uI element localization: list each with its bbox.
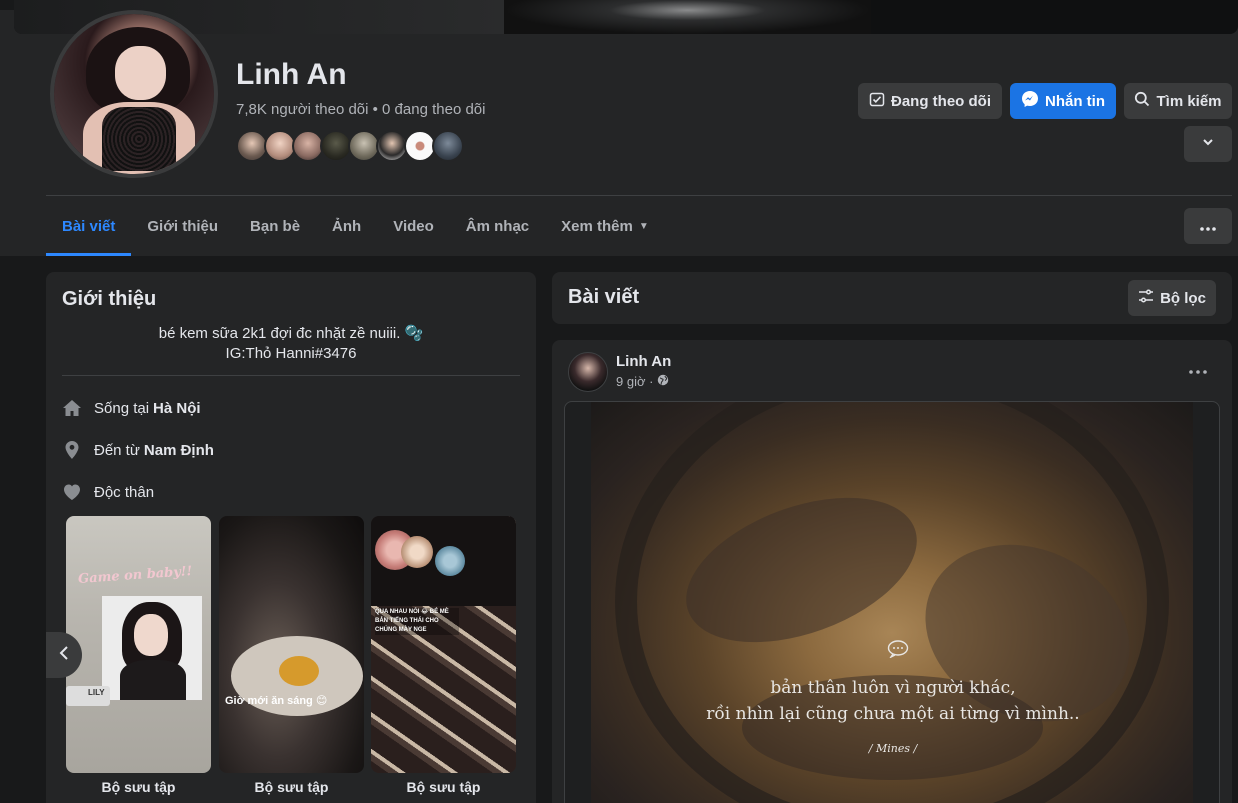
follower-count[interactable]: 7,8K người theo dõi • 0 đang theo dõi bbox=[236, 101, 485, 118]
tab-label: Bạn bè bbox=[250, 217, 301, 235]
bio-line: IG:Thỏ Hanni#3476 bbox=[225, 345, 357, 362]
tab-videos[interactable]: Video bbox=[377, 196, 450, 256]
post-quote-signature: / Mines / bbox=[868, 742, 918, 755]
tab-label: Bài viết bbox=[62, 217, 116, 235]
search-label: Tìm kiếm bbox=[1156, 92, 1222, 110]
bio-line: bé kem sữa 2k1 đợi đc nhặt zề nuiii. 🫧 bbox=[158, 325, 424, 342]
collection-overlay-text: Game on baby!! bbox=[77, 564, 193, 587]
friend-avatars[interactable] bbox=[236, 130, 464, 162]
post-timestamp[interactable]: 9 giờ · bbox=[616, 374, 669, 389]
tab-more[interactable]: Xem thêm ▼ bbox=[545, 196, 665, 256]
post-card: Linh An 9 giờ · bản thân luôn vì người k… bbox=[552, 340, 1232, 803]
tab-friends[interactable]: Bạn bè bbox=[234, 196, 316, 256]
relationship-row: Độc thân bbox=[62, 480, 154, 504]
collection-label[interactable]: Bộ sưu tập bbox=[371, 779, 516, 795]
heart-icon bbox=[62, 482, 82, 502]
more-dots-icon bbox=[1200, 218, 1216, 235]
post-author-name[interactable]: Linh An bbox=[616, 353, 671, 370]
tab-label: Giới thiệu bbox=[147, 217, 219, 235]
tab-label: Âm nhạc bbox=[465, 217, 530, 235]
filter-button[interactable]: Bộ lọc bbox=[1128, 280, 1216, 316]
posts-title: Bài viết bbox=[568, 286, 640, 308]
tab-posts[interactable]: Bài viết bbox=[46, 196, 132, 256]
intro-card: Giới thiệu bé kem sữa 2k1 đợi đc nhặt zề… bbox=[46, 272, 536, 803]
lives-in-row: Sống tại Hà Nội bbox=[62, 396, 201, 420]
collection-overlay-text: QUA NHAU NÓI 😂 BÉ MÈ BẢN TIẾNG THÁI CHO … bbox=[375, 608, 459, 635]
bio-text: bé kem sữa 2k1 đợi đc nhặt zề nuiii. 🫧 I… bbox=[62, 324, 520, 364]
lives-in-prefix: Sống tại bbox=[94, 399, 150, 417]
post-author-avatar[interactable] bbox=[568, 352, 608, 392]
from-prefix: Đến từ bbox=[94, 441, 140, 459]
collection-thumbnail[interactable]: Game on baby!! LILY bbox=[66, 516, 211, 773]
cover-photo[interactable] bbox=[14, 0, 1238, 34]
collection-label[interactable]: Bộ sưu tập bbox=[219, 779, 364, 795]
tab-label: Video bbox=[393, 217, 434, 235]
caret-down-icon: ▼ bbox=[638, 220, 649, 232]
messenger-icon bbox=[1021, 90, 1039, 112]
collection-tag: LILY bbox=[66, 686, 110, 706]
tab-music[interactable]: Âm nhạc bbox=[450, 196, 545, 256]
tab-label: Ảnh bbox=[332, 217, 362, 235]
tab-label: Xem thêm bbox=[561, 217, 633, 235]
message-button[interactable]: Nhắn tin bbox=[1010, 83, 1116, 119]
profile-search-button[interactable]: Tìm kiếm bbox=[1124, 83, 1232, 119]
post-quote-line: rồi nhìn lại cũng chưa một ai từng vì mì… bbox=[706, 704, 1080, 724]
collection-thumbnail[interactable]: Giờ mới ăn sáng 😊 bbox=[219, 516, 364, 773]
more-dots-icon bbox=[1189, 361, 1207, 379]
speech-bubble-icon bbox=[887, 640, 909, 659]
relationship-status: Độc thân bbox=[94, 483, 155, 501]
collection-photo bbox=[102, 596, 202, 700]
post-image[interactable]: bản thân luôn vì người khác, rồi nhìn lạ… bbox=[564, 401, 1220, 803]
intro-divider bbox=[62, 375, 520, 376]
profile-more-button[interactable] bbox=[1184, 208, 1232, 244]
home-icon bbox=[62, 398, 82, 418]
profile-name: Linh An bbox=[236, 58, 347, 91]
posts-header-card: Bài viết Bộ lọc bbox=[552, 272, 1232, 324]
tab-about[interactable]: Giới thiệu bbox=[131, 196, 234, 256]
following-button[interactable]: Đang theo dõi bbox=[858, 83, 1002, 119]
search-icon bbox=[1134, 91, 1150, 111]
collection-label[interactable]: Bộ sưu tập bbox=[66, 779, 211, 795]
post-quote-line: bản thân luôn vì người khác, bbox=[770, 678, 1016, 698]
from-row: Đến từ Nam Định bbox=[62, 438, 214, 462]
globe-icon bbox=[657, 374, 669, 389]
filter-label: Bộ lọc bbox=[1160, 289, 1206, 307]
collection-overlay-text: Giờ mới ăn sáng 😊 bbox=[225, 695, 328, 707]
lives-in-place[interactable]: Hà Nội bbox=[153, 400, 201, 417]
message-label: Nhắn tin bbox=[1045, 92, 1105, 110]
tab-photos[interactable]: Ảnh bbox=[316, 196, 377, 256]
post-time-text: 9 giờ · bbox=[616, 374, 654, 389]
following-label: Đang theo dõi bbox=[891, 92, 991, 110]
friend-avatar[interactable] bbox=[432, 130, 464, 162]
filter-icon bbox=[1138, 288, 1154, 308]
chevron-down-icon bbox=[1201, 135, 1215, 153]
profile-tabs: Bài viết Giới thiệu Bạn bè Ảnh Video Âm … bbox=[46, 196, 665, 256]
following-check-icon bbox=[869, 91, 885, 111]
expand-button[interactable] bbox=[1184, 126, 1232, 162]
chevron-left-icon bbox=[58, 645, 70, 666]
location-pin-icon bbox=[62, 440, 82, 460]
profile-avatar[interactable] bbox=[50, 10, 218, 178]
post-more-button[interactable] bbox=[1180, 358, 1216, 382]
from-place[interactable]: Nam Định bbox=[144, 442, 214, 459]
collection-thumbnail[interactable]: QUA NHAU NÓI 😂 BÉ MÈ BẢN TIẾNG THÁI CHO … bbox=[371, 516, 516, 773]
intro-title: Giới thiệu bbox=[62, 288, 157, 310]
